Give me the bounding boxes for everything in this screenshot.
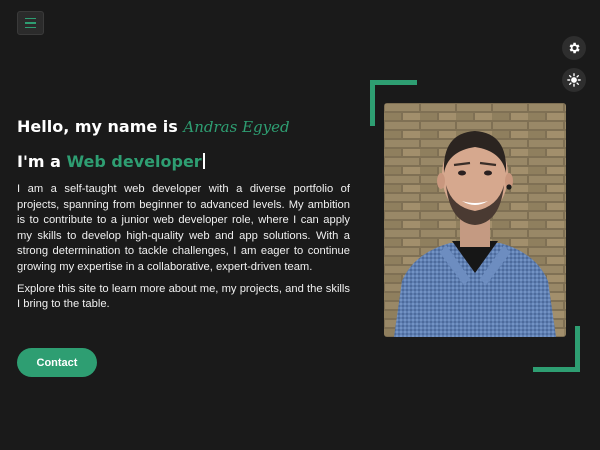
- gear-icon: [569, 42, 580, 54]
- typing-cursor: [202, 153, 205, 169]
- greeting-heading: Hello, my name is Andras Egyed: [17, 116, 350, 138]
- sun-icon: [567, 73, 581, 87]
- role-title: Web developer: [66, 152, 202, 171]
- settings-button[interactable]: [562, 36, 586, 60]
- hero-section: Hello, my name is Andras Egyed I'm a Web…: [17, 116, 350, 313]
- explore-paragraph: Explore this site to learn more about me…: [17, 282, 350, 311]
- profile-photo: [384, 103, 566, 337]
- theme-toggle-button[interactable]: [562, 68, 586, 92]
- author-name: Andras Egyed: [183, 118, 290, 136]
- contact-button[interactable]: Contact: [17, 348, 97, 377]
- intro-paragraph: I am a self-taught web developer with a …: [17, 183, 350, 273]
- hamburger-icon: [25, 17, 36, 20]
- role-heading: I'm a Web developer: [17, 150, 350, 174]
- greeting-text: Hello, my name is: [17, 117, 184, 136]
- menu-button[interactable]: [17, 11, 44, 35]
- role-prefix: I'm a: [17, 152, 67, 171]
